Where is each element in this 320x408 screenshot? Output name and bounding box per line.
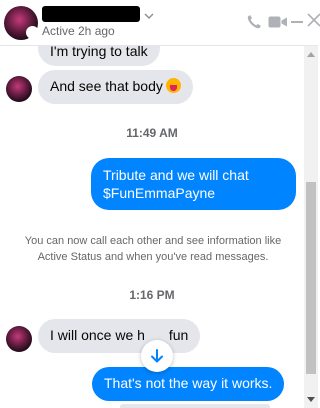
scroll-up-arrow-icon[interactable]: [307, 52, 315, 57]
close-icon[interactable]: [307, 13, 320, 27]
incoming-message[interactable]: And see that body: [38, 70, 193, 104]
scrollbar-thumb[interactable]: [306, 182, 316, 374]
partial-message: [120, 404, 270, 408]
message-text: I'm trying to talk: [50, 46, 148, 59]
active-status: Active 2h ago: [42, 24, 115, 38]
scroll-down-arrow-icon[interactable]: [307, 397, 315, 402]
contact-avatar[interactable]: [4, 6, 39, 40]
chevron-down-icon[interactable]: [143, 10, 157, 24]
message-text: That's not the way it works.: [104, 375, 273, 391]
incoming-message[interactable]: I will once we h fun: [38, 319, 201, 353]
sender-avatar[interactable]: [6, 76, 32, 102]
timestamp: 1:16 PM: [129, 288, 175, 302]
outgoing-message[interactable]: That's not the way it works.: [92, 367, 285, 401]
connection-notice: You can now call each other and see info…: [24, 235, 282, 263]
message-text-part1: I will once we h: [50, 327, 145, 343]
incoming-message[interactable]: I'm trying to talk: [38, 46, 160, 66]
tongue-emoji-icon: [165, 78, 181, 93]
scroll-to-bottom-button[interactable]: [141, 340, 173, 372]
minimize-icon[interactable]: [291, 21, 303, 23]
phone-icon[interactable]: [246, 14, 262, 30]
message-text: And see that body: [50, 78, 163, 94]
sender-avatar[interactable]: [6, 326, 32, 352]
scrollbar[interactable]: [304, 46, 318, 408]
arrow-down-icon: [151, 349, 163, 363]
message-text-part2: fun: [164, 327, 189, 343]
outgoing-message[interactable]: Tribute and we will chat $FunEmmaPayne: [91, 158, 296, 210]
video-icon[interactable]: [268, 14, 288, 30]
message-text-line1: Tribute and we will chat: [103, 167, 249, 183]
message-text-line2: $FunEmmaPayne: [103, 185, 216, 201]
chat-header: Active 2h ago: [0, 0, 320, 46]
contact-name-redacted[interactable]: [42, 6, 140, 22]
message-list[interactable]: I'm trying to talk And see that body 11:…: [0, 46, 304, 408]
timestamp: 11:49 AM: [126, 126, 178, 140]
